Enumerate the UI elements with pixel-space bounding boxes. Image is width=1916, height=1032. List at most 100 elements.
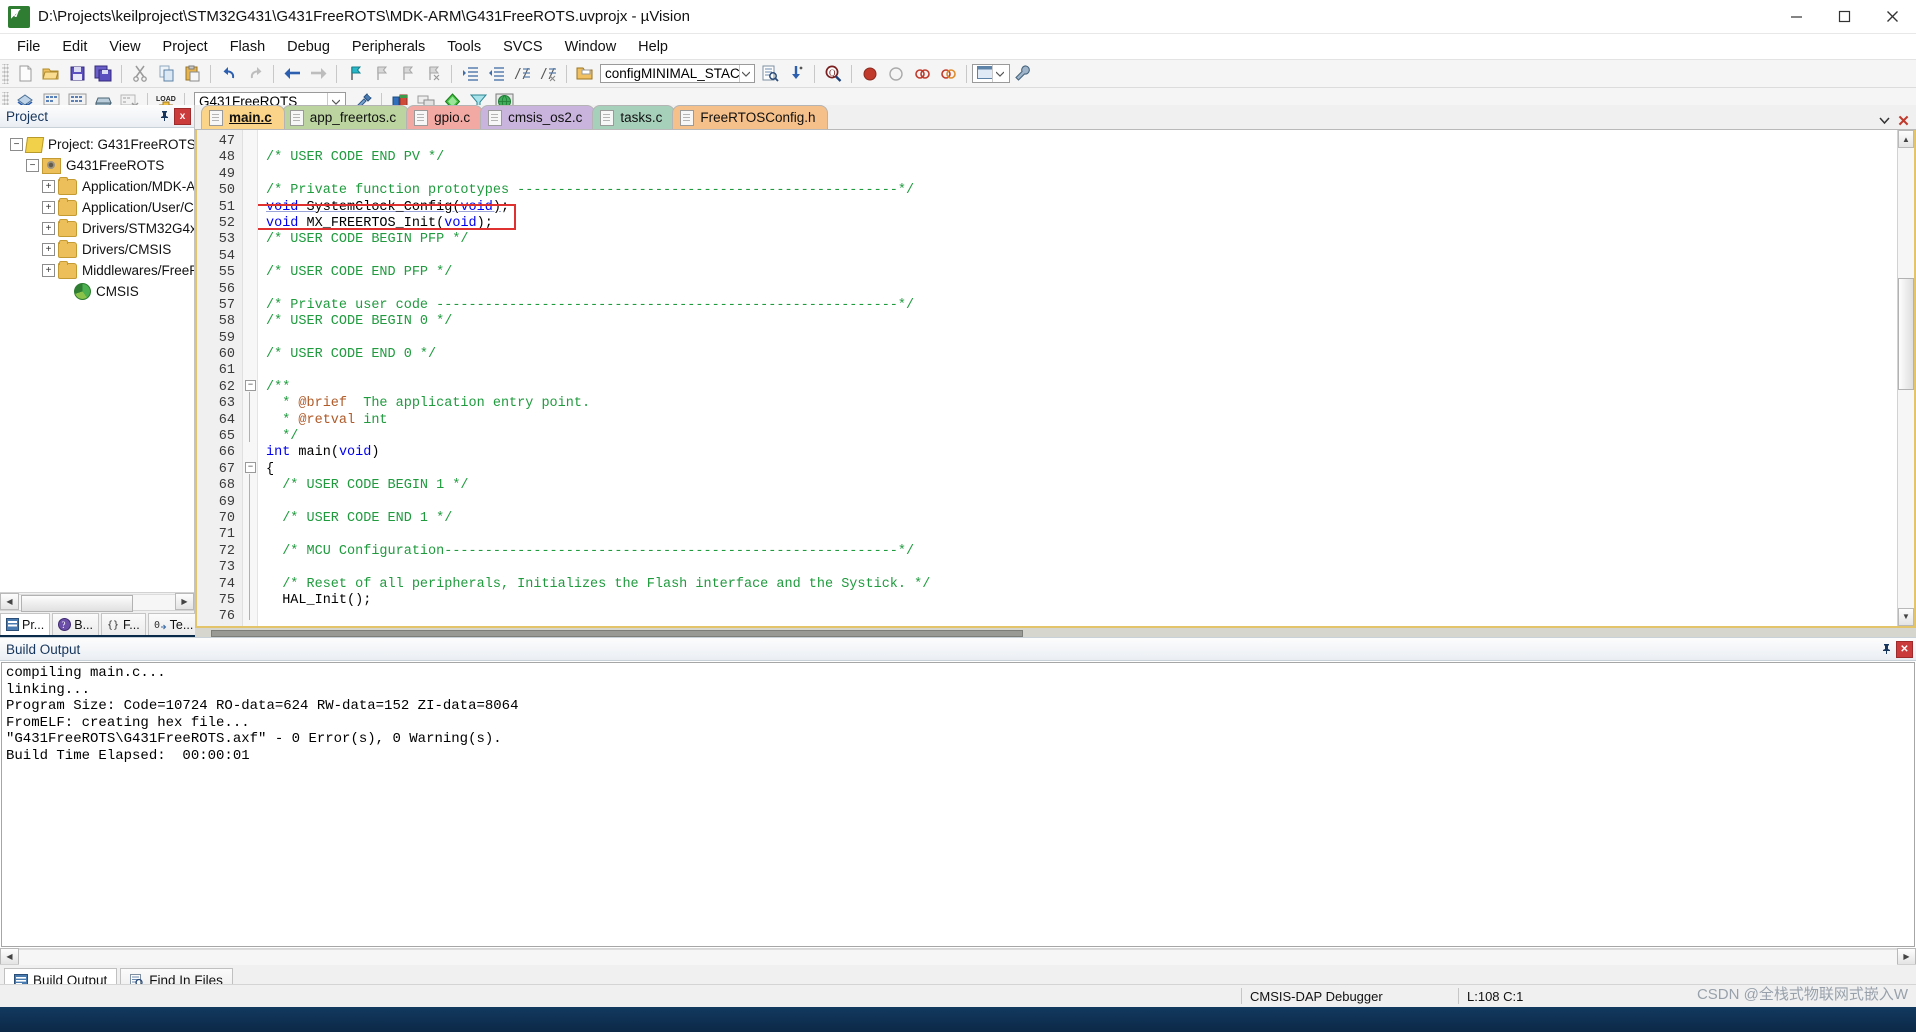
wrench-icon[interactable]: [1010, 62, 1036, 85]
scroll-left-icon[interactable]: ◀: [0, 948, 19, 965]
menu-window[interactable]: Window: [554, 36, 628, 58]
redo-icon[interactable]: [242, 62, 268, 85]
navigate-forward-icon[interactable]: [305, 62, 331, 85]
close-icon[interactable]: ✕: [1896, 640, 1913, 658]
link-icon[interactable]: [935, 62, 961, 85]
maximize-icon[interactable]: [1820, 0, 1868, 33]
expander-icon[interactable]: +: [42, 264, 55, 277]
window-layout-combo[interactable]: [972, 64, 1010, 83]
editor-tab-cmsis-os2-c[interactable]: cmsis_os2.c: [480, 105, 596, 129]
new-file-icon[interactable]: [12, 62, 38, 85]
menu-project[interactable]: Project: [152, 36, 219, 58]
scroll-thumb[interactable]: [21, 594, 133, 612]
code-lines[interactable]: /* USER CODE END PV */ /* Private functi…: [258, 130, 1897, 626]
build-hscrollbar[interactable]: ◀ ▶: [0, 948, 1916, 965]
stop-icon[interactable]: [857, 62, 883, 85]
expander-icon[interactable]: +: [42, 180, 55, 193]
build-output-text[interactable]: compiling main.c... linking... Program S…: [1, 662, 1915, 947]
menu-file[interactable]: File: [6, 36, 51, 58]
outdent-icon[interactable]: [483, 62, 509, 85]
scroll-up-icon[interactable]: ▲: [1898, 130, 1914, 148]
editor-tab-main-c[interactable]: main.c: [201, 105, 285, 129]
chevron-down-icon[interactable]: [991, 65, 1007, 82]
tree-item-drivers-cmsis[interactable]: + Drivers/CMSIS: [0, 239, 194, 260]
expander-icon[interactable]: −: [10, 138, 23, 151]
tree-item-drivers-stm32g4xx[interactable]: + Drivers/STM32G4xx: [0, 218, 194, 239]
comment-icon[interactable]: //: [509, 62, 535, 85]
pin-icon[interactable]: [157, 108, 172, 124]
scroll-right-icon[interactable]: ▶: [175, 593, 194, 610]
menu-flash[interactable]: Flash: [219, 36, 276, 58]
editor-vscrollbar[interactable]: ▲ ▼: [1897, 130, 1914, 626]
close-icon[interactable]: x: [174, 107, 191, 125]
minimize-icon[interactable]: [1772, 0, 1820, 33]
project-tree[interactable]: − Project: G431FreeROTS − G431FreeROTS +…: [0, 128, 194, 592]
pin-icon[interactable]: [1879, 641, 1894, 657]
tab-list-icon[interactable]: [1876, 112, 1893, 129]
uncomment-icon[interactable]: //: [535, 62, 561, 85]
save-icon[interactable]: [64, 62, 90, 85]
scroll-thumb[interactable]: [211, 629, 1023, 637]
indent-icon[interactable]: [457, 62, 483, 85]
search-combo[interactable]: configMINIMAL_STACK_S: [600, 64, 755, 83]
tree-item-application-mdk[interactable]: + Application/MDK-A: [0, 176, 194, 197]
tab-close-icon[interactable]: ✕: [1895, 112, 1912, 130]
undo-icon[interactable]: [216, 62, 242, 85]
navigate-back-icon[interactable]: [279, 62, 305, 85]
editor-tab-tasks-c[interactable]: tasks.c: [592, 105, 676, 129]
tab-templates[interactable]: 0 Te...: [147, 613, 200, 635]
paste-icon[interactable]: [179, 62, 205, 85]
scroll-right-icon[interactable]: ▶: [1897, 948, 1916, 965]
open-doc-icon[interactable]: [572, 62, 598, 85]
scroll-track[interactable]: [19, 593, 175, 612]
menu-tools[interactable]: Tools: [436, 36, 492, 58]
bookmark-toggle-icon[interactable]: [342, 62, 368, 85]
chevron-down-icon[interactable]: [738, 65, 752, 82]
expander-icon[interactable]: −: [26, 159, 39, 172]
expander-icon[interactable]: +: [42, 222, 55, 235]
open-file-icon[interactable]: [38, 62, 64, 85]
expander-icon[interactable]: +: [42, 243, 55, 256]
editor-tab-app-freertos-c[interactable]: app_freertos.c: [281, 105, 410, 129]
scroll-thumb[interactable]: [1898, 278, 1914, 390]
search-input[interactable]: configMINIMAL_STACK_S: [605, 66, 739, 81]
expander-icon[interactable]: +: [42, 201, 55, 214]
menu-debug[interactable]: Debug: [276, 36, 341, 58]
scroll-track[interactable]: [1898, 148, 1914, 608]
tab-project[interactable]: Pr...: [0, 613, 51, 635]
editor-tab-gpio-c[interactable]: gpio.c: [406, 105, 484, 129]
bookmark-clear-icon[interactable]: [420, 62, 446, 85]
menu-edit[interactable]: Edit: [51, 36, 98, 58]
nolink-icon[interactable]: [909, 62, 935, 85]
circle-icon[interactable]: [883, 62, 909, 85]
code-editor[interactable]: 47 48 49 50 51 52 53 54 55 56 57 58 59 6…: [195, 130, 1916, 628]
menu-svcs[interactable]: SVCS: [492, 36, 554, 58]
save-all-icon[interactable]: [90, 62, 116, 85]
editor-hscrollbar[interactable]: [195, 627, 1916, 637]
menu-view[interactable]: View: [98, 36, 151, 58]
tree-item-cmsis[interactable]: + CMSIS: [0, 281, 194, 302]
scroll-down-icon[interactable]: ▼: [1898, 607, 1914, 626]
tree-item-application-user[interactable]: + Application/User/C: [0, 197, 194, 218]
scroll-track[interactable]: [19, 948, 1897, 965]
fold-toggle-62[interactable]: −: [245, 380, 256, 391]
scroll-track[interactable]: [199, 627, 1912, 637]
magnify-icon[interactable]: Q: [820, 62, 846, 85]
toolbar-grip[interactable]: [2, 63, 9, 84]
close-icon[interactable]: [1868, 0, 1916, 33]
editor-tab-freertosconfig-h[interactable]: FreeRTOSConfig.h: [672, 105, 829, 129]
project-hscrollbar[interactable]: ◀ ▶: [0, 592, 194, 612]
bookmark-next-icon[interactable]: [394, 62, 420, 85]
menu-peripherals[interactable]: Peripherals: [341, 36, 436, 58]
scroll-left-icon[interactable]: ◀: [0, 593, 19, 610]
find-in-files-icon[interactable]: [757, 62, 783, 85]
tab-functions[interactable]: {} F...: [101, 613, 146, 635]
tree-item-target[interactable]: − G431FreeROTS: [0, 155, 194, 176]
tab-books[interactable]: ? B...: [52, 613, 99, 635]
insert-icon[interactable]: [783, 62, 809, 85]
fold-gutter[interactable]: − −: [243, 130, 258, 626]
menu-help[interactable]: Help: [627, 36, 679, 58]
tree-item-project[interactable]: − Project: G431FreeROTS: [0, 134, 194, 155]
cut-icon[interactable]: [127, 62, 153, 85]
code-area[interactable]: 47 48 49 50 51 52 53 54 55 56 57 58 59 6…: [197, 130, 1897, 626]
